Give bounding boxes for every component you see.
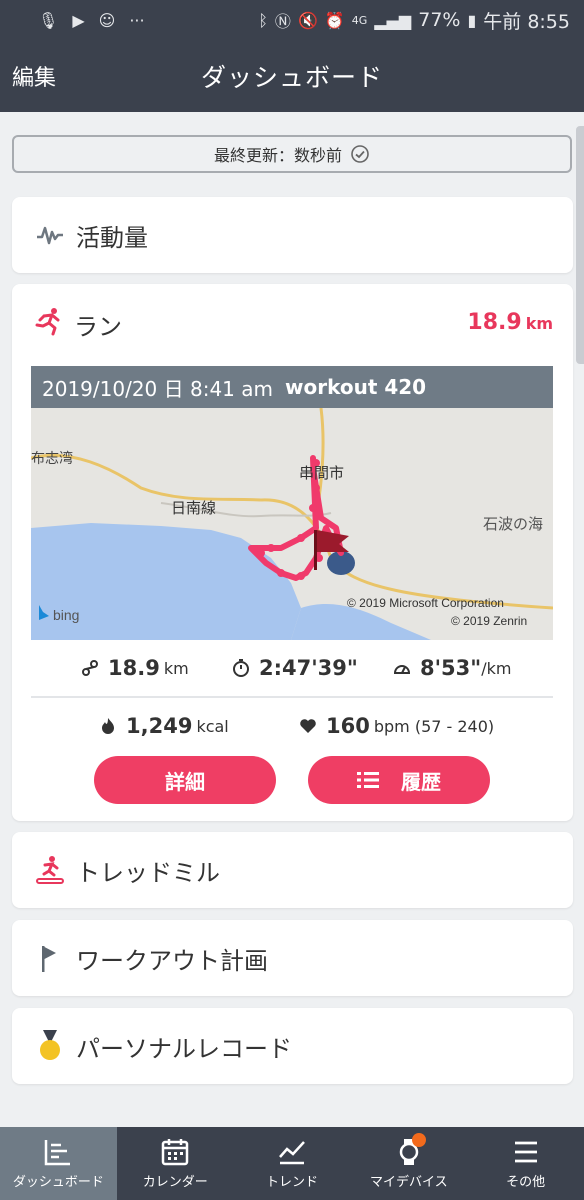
treadmill-card[interactable]: トレッドミル bbox=[12, 832, 573, 908]
nfc-icon: Ⓝ bbox=[274, 12, 291, 31]
nav-trend-label: トレンド bbox=[265, 1175, 318, 1190]
stat-calories: 1,249 kcal bbox=[98, 714, 229, 738]
stats-divider bbox=[31, 696, 553, 698]
nav-more[interactable]: その他 bbox=[467, 1127, 584, 1200]
more-icon: ··· bbox=[129, 10, 145, 30]
nav-more-label: その他 bbox=[506, 1175, 546, 1190]
stat-heart-rate-unit: bpm (57 - 240) bbox=[373, 716, 495, 736]
list-icon bbox=[357, 772, 379, 788]
last-updated-label: 最終更新：数秒前 bbox=[213, 146, 342, 165]
battery-icon: ▮ bbox=[467, 10, 477, 30]
nav-my-device[interactable]: マイデバイス bbox=[350, 1127, 467, 1200]
nav-trend[interactable]: トレンド bbox=[234, 1127, 351, 1200]
stat-distance: 18.9 km bbox=[80, 656, 189, 680]
workout-plan-card[interactable]: ワークアウト計画 bbox=[12, 920, 573, 996]
route-map[interactable]: 布志湾 日南線 串間市 石波の海 © 2019 Microsoft Corpor… bbox=[31, 408, 553, 640]
medal-icon bbox=[34, 1030, 66, 1062]
face-icon: ☺ bbox=[98, 10, 116, 30]
page-title: ダッシュボード bbox=[200, 63, 383, 92]
calendar-icon bbox=[161, 1139, 189, 1166]
history-button[interactable]: 履歴 bbox=[308, 756, 490, 804]
stat-pace-value: 8'53" bbox=[420, 656, 482, 680]
map-label: 串間市 bbox=[299, 465, 344, 482]
flag-icon bbox=[34, 942, 66, 974]
menu-icon bbox=[514, 1141, 537, 1163]
map-attribution: © 2019 Zenrin bbox=[451, 614, 527, 628]
mute-icon: 🔇 bbox=[297, 10, 318, 30]
map-label: 日南線 bbox=[171, 500, 216, 517]
run-distance: 18.9 km bbox=[467, 310, 553, 335]
runner-icon bbox=[34, 306, 64, 342]
mic-icon: 🎙 bbox=[38, 10, 59, 30]
stat-calories-value: 1,249 bbox=[126, 714, 193, 738]
flame-icon bbox=[102, 718, 114, 734]
run-label: ラン bbox=[74, 312, 122, 341]
workout-date: 2019/10/20 日 8:41 am bbox=[42, 376, 273, 401]
nav-calendar[interactable]: カレンダー bbox=[117, 1127, 234, 1200]
activity-card[interactable]: 活動量 bbox=[12, 197, 573, 273]
stat-duration: 2:47'39" bbox=[231, 656, 358, 680]
treadmill-icon bbox=[34, 854, 66, 886]
notification-dot bbox=[412, 1133, 427, 1147]
treadmill-label: トレッドミル bbox=[76, 858, 220, 887]
gauge-icon bbox=[393, 665, 411, 674]
signal-icon: ▂▄▆ bbox=[374, 10, 412, 30]
app-bar: 編集 ダッシュボード bbox=[0, 40, 584, 112]
alarm-icon: ⏰ bbox=[324, 10, 345, 30]
status-right-icons: ᛒ Ⓝ 🔇 ⏰ 4G ▂▄▆ 77% ▮ 午前 8:55 bbox=[258, 7, 570, 34]
stat-heart-rate-value: 160 bbox=[326, 714, 370, 738]
status-left-icons: 🎙 ▶ ☺ ··· bbox=[38, 11, 145, 30]
stopwatch-icon bbox=[233, 659, 249, 677]
stat-distance-value: 18.9 bbox=[108, 656, 160, 680]
activity-label: 活動量 bbox=[76, 223, 148, 252]
details-button-label: 詳細 bbox=[165, 769, 205, 794]
workout-name: workout 420 bbox=[285, 375, 427, 399]
workout-header[interactable]: 2019/10/20 日 8:41 am workout 420 bbox=[31, 366, 553, 408]
stat-heart-rate: 160 bpm (57 - 240) bbox=[298, 714, 494, 738]
stat-distance-unit: km bbox=[163, 658, 189, 678]
run-distance-unit: km bbox=[525, 314, 553, 333]
nav-dashboard-label: ダッシュボード bbox=[12, 1175, 104, 1190]
play-store-icon: ▶ bbox=[72, 10, 85, 30]
run-header: ラン bbox=[34, 306, 122, 342]
map-attribution: © 2019 Microsoft Corporation bbox=[347, 596, 504, 610]
bottom-navigation: ダッシュボード カレンダー トレンド マイデバイス その他 bbox=[0, 1127, 584, 1200]
stat-pace-unit: /km bbox=[481, 658, 512, 678]
personal-record-card[interactable]: パーソナルレコード bbox=[12, 1008, 573, 1084]
check-circle-icon bbox=[351, 145, 369, 163]
map-label: 石波の海 bbox=[483, 516, 543, 533]
stat-calories-unit: kcal bbox=[196, 716, 229, 736]
workout-plan-label: ワークアウト計画 bbox=[76, 946, 268, 975]
run-distance-value: 18.9 bbox=[467, 310, 522, 335]
activity-wave-icon bbox=[34, 219, 66, 251]
clock: 午前 8:55 bbox=[483, 10, 570, 33]
history-button-label: 履歴 bbox=[401, 769, 441, 794]
nav-my-device-label: マイデバイス bbox=[369, 1175, 448, 1190]
network-type: 4G bbox=[351, 13, 368, 27]
edit-button[interactable]: 編集 bbox=[12, 60, 56, 92]
map-provider: bing bbox=[53, 607, 79, 623]
map-label: 布志湾 bbox=[31, 450, 73, 466]
nav-dashboard[interactable]: ダッシュボード bbox=[0, 1127, 117, 1200]
trend-icon bbox=[279, 1141, 305, 1165]
stat-pace: 8'53"/km bbox=[392, 656, 511, 680]
status-bar: 🎙 ▶ ☺ ··· ᛒ Ⓝ 🔇 ⏰ 4G ▂▄▆ 77% ▮ 午前 8:55 bbox=[0, 0, 584, 40]
run-card[interactable]: ラン 18.9 km 2019/10/20 日 8:41 am workout 4… bbox=[12, 284, 573, 821]
scrollbar[interactable] bbox=[576, 126, 584, 364]
stat-duration-value: 2:47'39" bbox=[259, 656, 358, 680]
battery-level: 77% bbox=[418, 9, 461, 31]
details-button[interactable]: 詳細 bbox=[94, 756, 276, 804]
distance-icon bbox=[82, 660, 98, 676]
last-updated-bar[interactable]: 最終更新：数秒前 bbox=[12, 135, 572, 173]
map-canvas: 布志湾 日南線 串間市 石波の海 © 2019 Microsoft Corpor… bbox=[31, 408, 553, 640]
nav-calendar-label: カレンダー bbox=[142, 1175, 208, 1190]
personal-record-label: パーソナルレコード bbox=[76, 1034, 292, 1063]
dashboard-icon bbox=[45, 1140, 71, 1166]
heart-icon bbox=[300, 719, 316, 733]
bluetooth-icon: ᛒ bbox=[258, 10, 268, 30]
